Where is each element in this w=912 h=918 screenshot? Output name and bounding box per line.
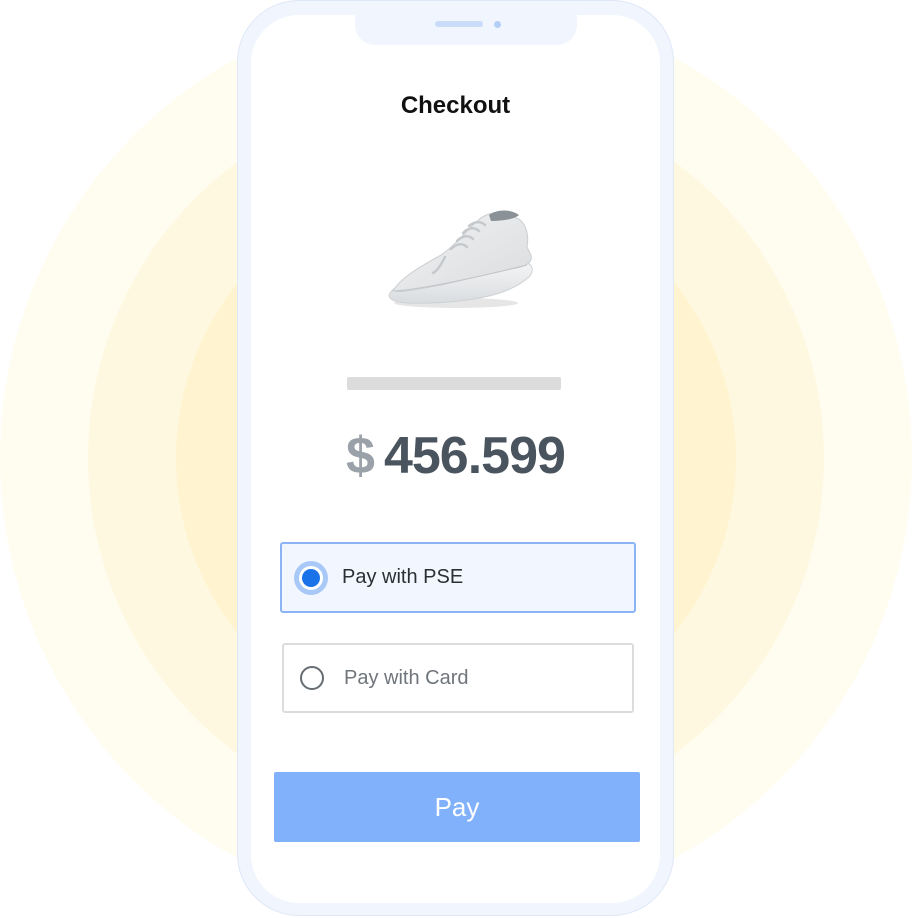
price-amount: 456.599 [383, 427, 566, 485]
sneaker-icon [388, 210, 533, 308]
radio-selected-icon[interactable] [294, 560, 328, 595]
page-title: Checkout [400, 92, 511, 119]
phone-notch [355, 15, 577, 45]
currency-symbol: $ [346, 427, 375, 485]
radio-unselected-icon[interactable] [300, 666, 324, 690]
payment-option-label: Pay with Card [344, 666, 469, 689]
phone-screen: Checkout $ 456.599 Pay with PSE Pay with… [251, 15, 660, 903]
pay-button[interactable]: Pay [274, 772, 640, 842]
payment-option-pse[interactable]: Pay with PSE [280, 542, 636, 613]
phone-frame: Checkout $ 456.599 Pay with PSE Pay with… [237, 0, 674, 916]
sneaker-image [371, 185, 551, 315]
camera-icon [494, 21, 501, 28]
product-name-placeholder [347, 377, 561, 390]
payment-option-card[interactable]: Pay with Card [282, 643, 634, 713]
speaker-icon [435, 21, 483, 27]
price-display: $456.599 [251, 424, 660, 488]
payment-option-label: Pay with PSE [342, 566, 464, 588]
